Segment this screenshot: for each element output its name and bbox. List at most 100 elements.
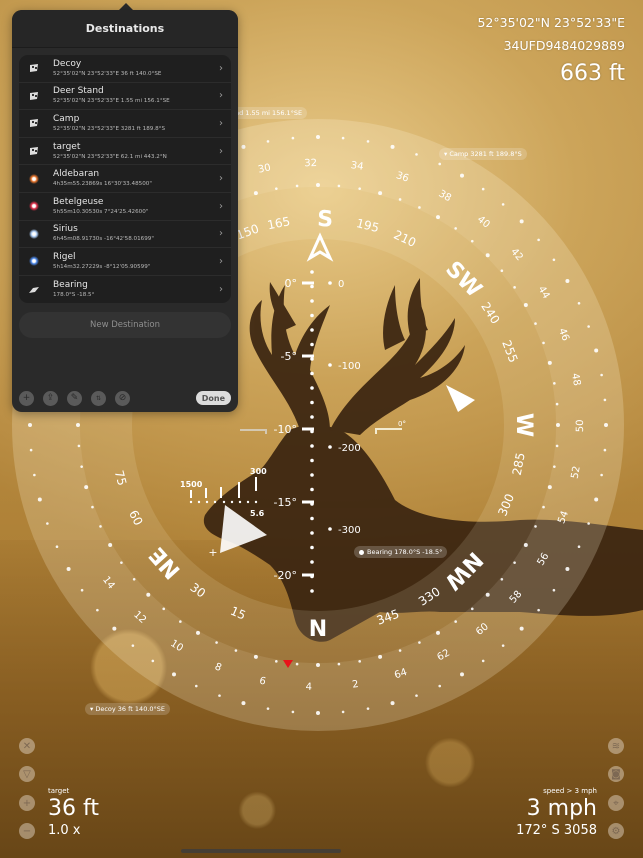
cardinal-n: N: [309, 617, 327, 642]
new-destination-button[interactable]: New Destination: [19, 312, 231, 339]
tick-dot: [519, 626, 524, 631]
pitch-dot: [310, 545, 314, 550]
pitch-bar: [302, 354, 314, 358]
tick-dot: [358, 187, 361, 190]
camp-label[interactable]: ▾ Camp 3281 ft 189.8°S: [439, 148, 527, 160]
tick-dot: [91, 505, 94, 509]
no-location-button[interactable]: ✕: [19, 738, 35, 754]
tick-dot: [266, 707, 270, 710]
destination-item[interactable]: Decoy 52°35'02"N 23°52'33"E 36 ft 140.0°S…: [19, 55, 231, 83]
zoom-out-button[interactable]: −: [19, 823, 35, 839]
done-button[interactable]: Done: [195, 391, 231, 405]
destination-detail: 52°35'02"N 23°52'33"E 3281 ft 189.8°S: [53, 125, 166, 132]
home-indicator[interactable]: [181, 849, 341, 853]
destination-name: Decoy: [53, 58, 82, 69]
tick-dot: [542, 505, 545, 509]
outer-tick-label: 4: [305, 682, 312, 693]
tick-dot: [316, 183, 320, 187]
destination-name: Bearing: [53, 280, 88, 291]
tick-dot: [415, 694, 418, 697]
tick-dot: [194, 684, 198, 688]
crosshair-plus: +: [208, 546, 217, 559]
chevron-right-icon: ›: [219, 228, 223, 240]
tick-dot: [523, 543, 528, 547]
tick-dot: [470, 239, 474, 243]
add-button[interactable]: +: [19, 390, 34, 406]
camera-button[interactable]: ◙: [608, 766, 624, 782]
destination-text: Rigel 5h14m32.27229s -8°12'05.90599": [53, 252, 213, 271]
range-label: -300: [338, 525, 361, 536]
camera-icon: ◙: [611, 768, 621, 780]
filter-button[interactable]: ▽: [19, 766, 35, 782]
share-button[interactable]: ⇪: [43, 390, 58, 406]
destination-item[interactable]: Deer Stand 52°35'02"N 23°52'33"E 1.55 mi …: [19, 83, 231, 111]
destination-item[interactable]: Rigel 5h14m32.27229s -8°12'05.90599" ›: [19, 248, 231, 276]
tick-dot: [565, 279, 570, 283]
tick-dot: [555, 402, 559, 406]
mgrs-grid: 34UFD9484029889: [503, 38, 625, 53]
destination-item[interactable]: target 52°35'02"N 23°52'33"E 62.1 mi 443.…: [19, 138, 231, 166]
tick-dot: [513, 561, 516, 564]
star-icon: [27, 254, 41, 268]
tick-dot: [366, 707, 370, 710]
tick-dot: [337, 662, 341, 666]
destination-text: Betelgeuse 5h55m10.30530s 7°24'25.42600": [53, 197, 213, 216]
map-button[interactable]: ⌖: [608, 795, 624, 811]
tick-dot: [500, 269, 504, 273]
tick-dot: [481, 659, 485, 663]
decoy-label[interactable]: ▾ Decoy 36 ft 140.0°SE: [85, 703, 171, 715]
destination-item[interactable]: Sirius 6h45m08.91730s -16°42'58.01699" ›: [19, 221, 231, 249]
destination-detail: 5h55m10.30530s 7°24'25.42600": [53, 208, 149, 215]
destination-name: Camp: [53, 113, 80, 124]
tick-dot: [537, 608, 540, 612]
destination-text: Deer Stand 52°35'02"N 23°52'33"E 1.55 mi …: [53, 86, 213, 105]
range-dot: [328, 281, 332, 285]
destination-item[interactable]: Bearing 178.0°S -18.5° ›: [19, 276, 231, 304]
pitch-dot: [310, 531, 314, 535]
chevron-right-icon: ›: [219, 90, 223, 102]
destination-item[interactable]: Betelgeuse 5h55m10.30530s 7°24'25.42600" ›: [19, 193, 231, 221]
rangefinder-factor-label: 5.6: [250, 509, 265, 518]
sort-button[interactable]: ⇅: [91, 390, 106, 406]
compass-button[interactable]: ⊘: [115, 390, 130, 406]
tick-dot: [28, 423, 32, 427]
tick-dot: [295, 184, 299, 188]
tick-dot: [196, 630, 200, 635]
destination-name: Betelgeuse: [53, 196, 104, 207]
destination-item[interactable]: Camp 52°35'02"N 23°52'33"E 3281 ft 189.8°…: [19, 110, 231, 138]
destinations-panel: Destinations Decoy 52°35'02"N 23°52'33"E …: [12, 10, 238, 412]
pitch-bar: [302, 500, 314, 504]
crossed-arrow-icon: ✕: [22, 740, 32, 752]
destination-item[interactable]: Aldebaran 4h35m55.23869s 16°30'33.48500" ›: [19, 165, 231, 193]
tick-dot: [108, 543, 113, 547]
speed-value: 3 mph: [526, 796, 597, 821]
range-label: 0: [338, 279, 344, 290]
edit-button[interactable]: ✎: [67, 390, 82, 406]
layers-icon: ≋: [611, 740, 621, 752]
tick-dot: [215, 641, 218, 644]
cardinal-w: W: [511, 413, 536, 437]
tick-dot: [501, 203, 505, 206]
tick-dot: [436, 215, 440, 220]
bearing-label[interactable]: Bearing 178.0°S -18.5°: [354, 546, 448, 558]
pitch-dot: [310, 458, 314, 463]
tick-dot: [37, 497, 42, 502]
layers-button[interactable]: ≋: [608, 738, 624, 754]
chevron-right-icon: ›: [219, 62, 223, 74]
rangefinder-top-label: 300: [250, 467, 267, 476]
outer-tick-label: 34: [350, 160, 364, 173]
tick-dot: [500, 577, 504, 581]
panel-toolbar: + ⇪ ✎ ⇅ ⊘ Done: [19, 390, 231, 406]
speed-caption: speed > 3 mph: [543, 787, 597, 795]
bearing-label-text: Bearing 178.0°S -18.5°: [367, 548, 443, 556]
zoom-in-button[interactable]: +: [19, 795, 35, 811]
panel-title: Destinations: [12, 10, 238, 48]
minus-icon: −: [22, 825, 32, 837]
tick-dot: [454, 620, 457, 623]
level-indicator-left: [240, 429, 267, 434]
settings-button[interactable]: ⚙: [608, 823, 624, 839]
tick-dot: [485, 253, 490, 258]
deer-stand-label[interactable]: nd 1.55 mi 156.1°SE: [230, 107, 308, 119]
tick-dot: [577, 545, 581, 549]
plus-icon: +: [22, 797, 32, 809]
